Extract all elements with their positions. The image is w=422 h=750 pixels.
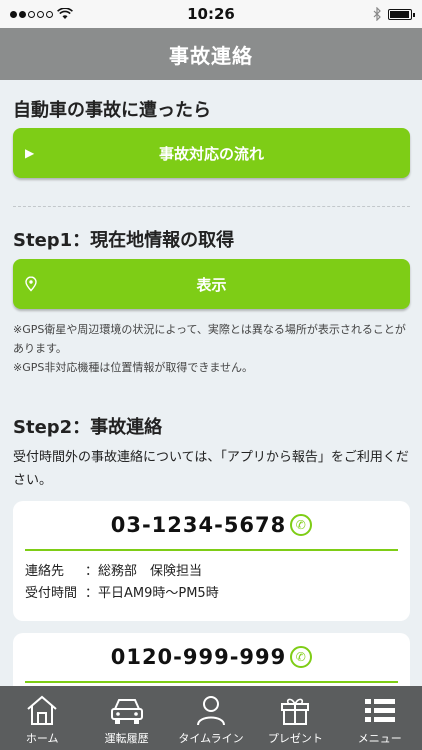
tab-home[interactable]: ホーム [0,686,84,750]
bluetooth-icon [373,7,381,21]
tab-present[interactable]: プレゼント [253,686,337,750]
tab-timeline[interactable]: タイムライン [169,686,253,750]
contact-info: 連絡先 ：総務部 保険担当 受付時間 ：平日AM9時〜PM5時 [13,551,410,615]
tab-bar: ホーム 運転履歴 タイムライン プレゼント メニュー [0,686,422,750]
location-pin-icon [25,276,37,292]
step2-description: 受付時間外の事故連絡については、「アプリから報告」をご利用ください。 [13,450,409,488]
page-title: 事故連絡 [169,43,253,68]
gps-note-1: ※GPS衛星や周辺環境の状況によって、実際とは異なる場所が表示されることがありま… [13,323,406,355]
gps-note: ※GPS衛星や周辺環境の状況によって、実際とは異なる場所が表示されることがありま… [13,320,413,377]
menu-icon [364,699,395,722]
status-time: 10:26 [187,5,235,23]
accident-flow-button-label: 事故対応の流れ [158,144,264,163]
phone-icon: ✆ [290,646,313,668]
divider [13,206,410,207]
hours-label: 受付時間 [25,586,78,601]
accident-flow-button[interactable]: ▶ 事故対応の流れ [13,128,410,178]
show-location-button[interactable]: 表示 [13,259,410,309]
home-icon [27,695,57,725]
phone-number: 0120-999-999 [110,645,287,669]
tab-timeline-label: タイムライン [178,732,244,745]
header: 事故連絡 [0,28,422,80]
hours-value: ：平日AM9時〜PM5時 [85,586,219,601]
show-location-button-label: 表示 [196,275,227,294]
step2-title: Step2：事故連絡 [13,417,163,438]
contact-card: 03-1234-5678 ✆ 連絡先 ：総務部 保険担当 受付時間 ：平日AM9… [13,501,410,621]
person-icon [196,696,225,726]
phone-number-link[interactable]: 0120-999-999 ✆ [25,633,398,683]
status-bar: 10:26 [0,0,422,28]
gift-icon [281,698,310,725]
tab-home-label: ホーム [25,732,59,745]
phone-number: 03-1234-5678 [110,513,287,537]
phone-number-link[interactable]: 03-1234-5678 ✆ [25,501,398,551]
signal-area [10,8,73,20]
battery-icon [388,8,415,20]
play-icon: ▶ [25,146,35,160]
step1-title: Step1：現在地情報の取得 [13,230,235,251]
tab-driving-history[interactable]: 運転履歴 [85,686,169,750]
status-right [373,7,415,21]
section-accident-title: 自動車の事故に遭ったら [13,100,211,121]
gps-note-2: ※GPS非対応機種は位置情報が取得できません。 [13,361,254,374]
tab-menu[interactable]: メニュー [338,686,422,750]
contact-value: ：総務部 保険担当 [85,564,203,579]
contact-label: 連絡先 [25,564,65,579]
tab-menu-label: メニュー [357,732,402,745]
signal-strength-icon [10,10,53,18]
car-icon [110,699,143,724]
tab-driving-history-label: 運転履歴 [104,732,149,745]
tab-present-label: プレゼント [267,732,323,745]
main-content: 自動車の事故に遭ったら ▶ 事故対応の流れ Step1：現在地情報の取得 表示 … [0,80,422,686]
contact-card: 0120-999-999 ✆ [13,633,410,686]
wifi-icon [57,8,73,19]
phone-icon: ✆ [290,514,313,536]
